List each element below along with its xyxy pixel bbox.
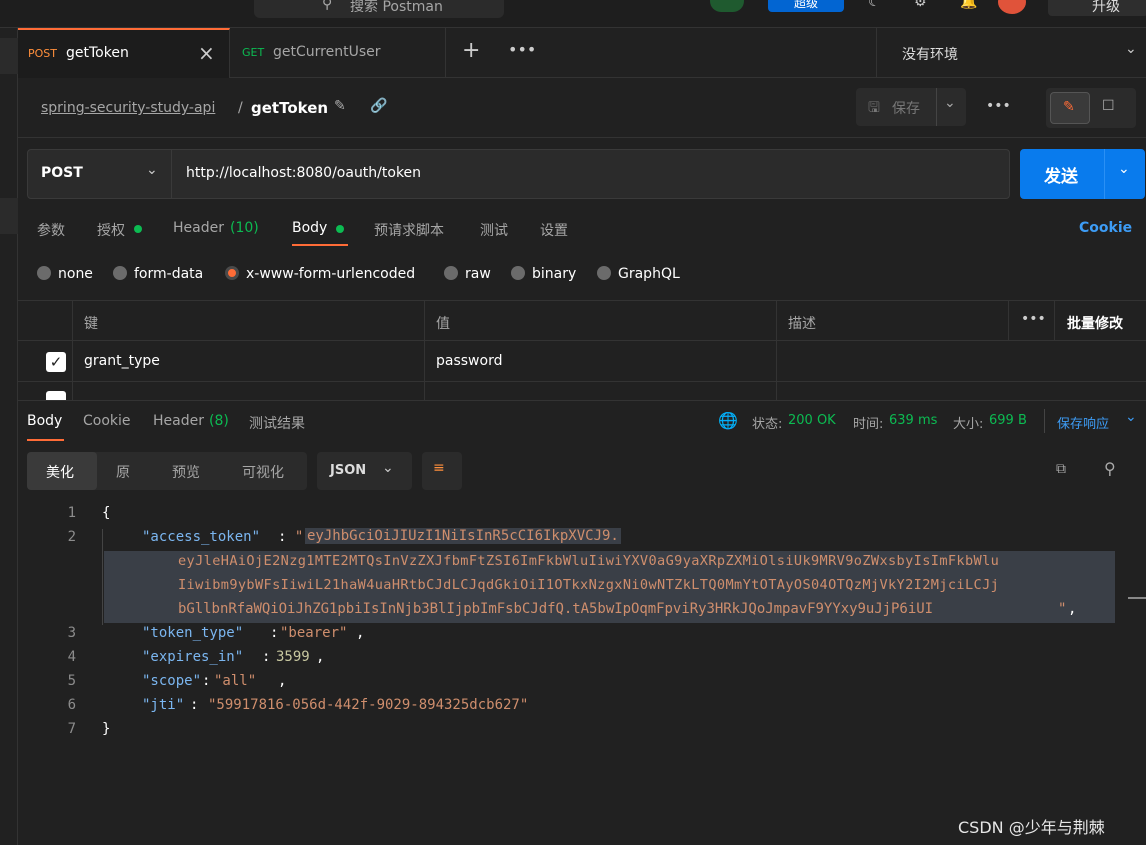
chevron-down-icon[interactable]: ⌄: [944, 95, 956, 111]
tab-method: GET: [242, 46, 265, 59]
params-table: 键 值 描述 ••• 批量修改 ✓ grant_type password: [18, 300, 1146, 400]
search-icon: ⚲: [322, 0, 333, 12]
chevron-down-icon: ⌄: [146, 162, 158, 178]
table-row-partial: [18, 383, 1146, 400]
view-preview[interactable]: 预览: [172, 462, 200, 482]
response-size[interactable]: 699 B: [989, 413, 1027, 428]
format-select[interactable]: JSON ⌄: [317, 452, 412, 490]
table-row: ✓ grant_type password: [18, 342, 1146, 382]
save-response-button[interactable]: 保存响应: [1057, 413, 1109, 432]
tab-getcurrentuser[interactable]: GET getCurrentUser: [230, 28, 446, 78]
chevron-down-icon[interactable]: ⌄: [1125, 409, 1137, 425]
breadcrumb: spring-security-study-api / getToken ✎ 🔗…: [18, 78, 1146, 138]
row-checkbox[interactable]: ✓: [46, 352, 66, 372]
body-status-dot: [336, 225, 344, 233]
body-type-radios: none form-data x-www-form-urlencoded raw…: [18, 262, 718, 288]
tab-params[interactable]: 参数: [37, 220, 65, 240]
send-button[interactable]: 发送 ⌄: [1020, 149, 1145, 199]
link-icon[interactable]: 🔗: [370, 98, 387, 114]
radio-binary[interactable]: binary: [511, 266, 576, 282]
tab-name: getToken: [66, 45, 129, 61]
wrap-lines-button[interactable]: ≡: [422, 452, 462, 490]
search-placeholder: 搜索 Postman: [350, 0, 443, 15]
resp-tab-cookie[interactable]: Cookie: [83, 413, 131, 429]
search-box[interactable]: ⚲ 搜索 Postman: [254, 0, 504, 18]
avatar[interactable]: [998, 0, 1026, 14]
sidebar-edge: [0, 28, 18, 845]
comment-icon[interactable]: ☐: [1102, 98, 1115, 114]
more-options-icon[interactable]: •••: [986, 98, 1011, 114]
tab-method: POST: [28, 47, 57, 60]
tab-prescript[interactable]: 预请求脚本: [374, 220, 444, 240]
json-viewer[interactable]: 1 { 2 "access_token" : " eyJhbGciOiJIUzI…: [18, 505, 1146, 745]
tab-auth[interactable]: 授权: [97, 220, 125, 240]
top-bar: ⚲ 搜索 Postman 超级 ☾ ⚙ 🔔 升级: [0, 0, 1146, 28]
method-select[interactable]: POST ⌄: [28, 150, 172, 198]
globe-icon[interactable]: 🌐: [718, 411, 738, 430]
tab-tests[interactable]: 测试: [480, 220, 508, 240]
request-tabs: POST getToken × GET getCurrentUser + •••…: [18, 28, 1146, 78]
radio-graphql[interactable]: GraphQL: [597, 266, 680, 282]
breadcrumb-collection[interactable]: spring-security-study-api: [41, 100, 215, 116]
chevron-down-icon[interactable]: ⌄: [1118, 161, 1130, 177]
status-badge[interactable]: 200 OK: [788, 413, 836, 428]
view-raw[interactable]: 原: [116, 462, 130, 482]
more-tabs-icon[interactable]: •••: [508, 40, 536, 59]
sync-status-icon[interactable]: [710, 0, 744, 12]
auth-status-dot: [134, 225, 142, 233]
view-toggle: ✎ ☐: [1046, 88, 1136, 128]
tab-name: getCurrentUser: [273, 44, 381, 60]
chevron-down-icon: ⌄: [382, 460, 394, 476]
new-tab-icon[interactable]: +: [462, 38, 480, 63]
wrap-icon: ≡: [433, 460, 445, 476]
upgrade-button[interactable]: 超级: [768, 0, 844, 12]
url-input[interactable]: http://localhost:8080/oauth/token: [186, 165, 421, 181]
tab-body[interactable]: Body: [292, 220, 327, 236]
radio-raw[interactable]: raw: [444, 266, 491, 282]
bulk-edit-button[interactable]: 批量修改: [1067, 313, 1123, 333]
tab-settings[interactable]: 设置: [540, 220, 568, 240]
cookie-link[interactable]: Cookie: [1079, 220, 1132, 236]
close-icon[interactable]: ×: [198, 41, 215, 65]
search-icon[interactable]: ⚲: [1104, 459, 1116, 478]
resp-tab-tests[interactable]: 测试结果: [249, 413, 305, 433]
view-mode-group: 美化 原 预览 可视化: [27, 452, 307, 490]
radio-urlencoded[interactable]: x-www-form-urlencoded: [225, 266, 415, 282]
gear-icon[interactable]: ⚙: [914, 0, 927, 10]
save-button[interactable]: 🖫 保存 ⌄: [856, 88, 966, 126]
resp-tab-body[interactable]: Body: [27, 413, 62, 429]
response-panel: Body Cookie Header (8) 测试结果 🌐 状态: 200 OK…: [18, 400, 1146, 845]
upgrade-right-button[interactable]: 升级: [1048, 0, 1146, 16]
save-icon: 🖫: [868, 100, 880, 116]
scrollbar-marker[interactable]: [1128, 597, 1146, 599]
response-time[interactable]: 639 ms: [889, 413, 937, 428]
edit-mode-button[interactable]: ✎: [1050, 92, 1090, 124]
view-pretty[interactable]: 美化: [27, 452, 97, 490]
resp-tab-header[interactable]: Header: [153, 413, 204, 429]
chevron-down-icon: ⌄: [1125, 41, 1137, 57]
pencil-icon: ✎: [1063, 99, 1075, 115]
more-icon[interactable]: •••: [1021, 311, 1046, 327]
page-title: getToken: [251, 99, 329, 117]
request-subtabs: 参数 授权 Header (10) Body 预请求脚本 测试 设置 Cooki…: [18, 210, 1146, 246]
tab-gettoken[interactable]: POST getToken ×: [18, 28, 230, 78]
copy-icon[interactable]: ⧉: [1056, 461, 1066, 477]
radio-none[interactable]: none: [37, 266, 93, 282]
environment-select[interactable]: 没有环境 ⌄: [876, 28, 1146, 78]
bell-icon[interactable]: 🔔: [960, 0, 977, 10]
tab-header[interactable]: Header: [173, 220, 224, 236]
moon-icon[interactable]: ☾: [868, 0, 881, 10]
edit-icon[interactable]: ✎: [334, 98, 346, 114]
watermark: CSDN @少年与荆棘: [958, 818, 1105, 837]
radio-form-data[interactable]: form-data: [113, 266, 203, 282]
table-header: 键 值 描述 ••• 批量修改: [18, 301, 1146, 400]
url-bar: POST ⌄ http://localhost:8080/oauth/token: [27, 149, 1010, 199]
view-visualize[interactable]: 可视化: [242, 462, 284, 482]
